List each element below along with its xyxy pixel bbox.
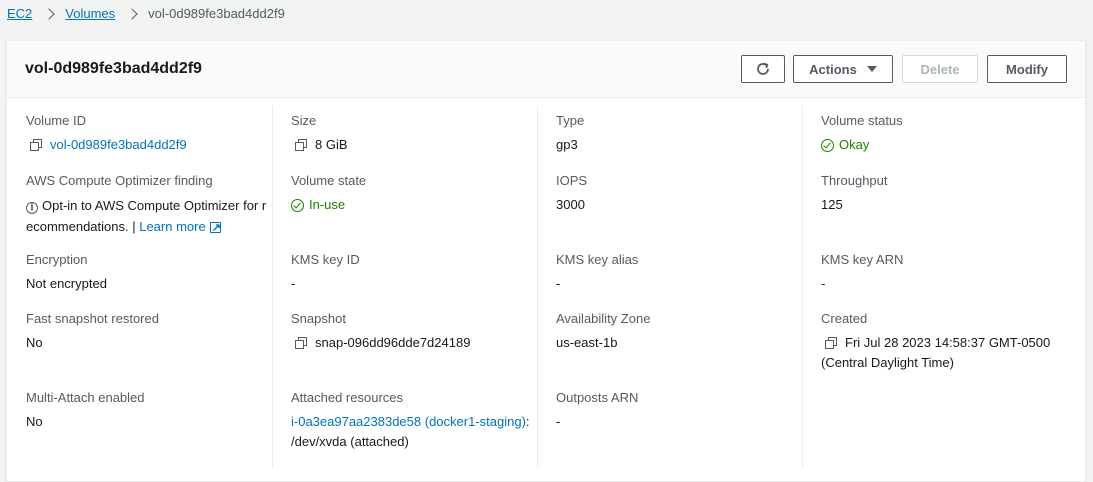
details-column-1: Volume ID vol-0d989fe3bad4dd2f9 AWS Comp… bbox=[7, 106, 273, 468]
fast-snapshot-value: No bbox=[26, 335, 43, 350]
attached-resources-label: Attached resources bbox=[291, 390, 404, 405]
volume-state-value: In-use bbox=[309, 197, 346, 212]
volume-details-panel: vol-0d989fe3bad4dd2f9 Actions Delete Mod… bbox=[6, 40, 1086, 482]
breadcrumb-ec2-link[interactable]: EC2 bbox=[7, 6, 32, 22]
size-value: 8 GiB bbox=[315, 137, 348, 152]
encryption-label: Encryption bbox=[26, 252, 88, 267]
optimizer-field: AWS Compute Optimizer finding i Opt-in to… bbox=[26, 173, 276, 239]
size-label: Size bbox=[291, 113, 317, 128]
kms-key-id-field: KMS key ID - bbox=[291, 252, 541, 293]
type-label: Type bbox=[556, 113, 585, 128]
kms-key-alias-value: - bbox=[556, 276, 561, 291]
refresh-icon bbox=[757, 62, 769, 75]
type-value: gp3 bbox=[556, 137, 578, 152]
copy-icon[interactable] bbox=[30, 139, 43, 151]
copy-icon[interactable] bbox=[825, 337, 838, 349]
fast-snapshot-field: Fast snapshot restored No bbox=[26, 311, 276, 352]
kms-key-id-value: - bbox=[291, 276, 296, 291]
details-column-4: Volume status Okay Throughput 125 KMS ke… bbox=[802, 106, 1067, 468]
created-label: Created bbox=[821, 311, 868, 326]
created-value-line2: (Central Daylight Time) bbox=[821, 355, 954, 370]
status-positive-icon bbox=[821, 139, 834, 152]
actions-button-label: Actions bbox=[809, 61, 857, 77]
iops-label: IOPS bbox=[556, 173, 588, 188]
optimizer-text-2: ecommendations. | bbox=[26, 219, 140, 234]
volume-state-field: Volume state In-use bbox=[291, 173, 541, 214]
multi-attach-label: Multi-Attach enabled bbox=[26, 390, 145, 405]
breadcrumb: EC2 Volumes vol-0d989fe3bad4dd2f9 bbox=[7, 6, 285, 22]
outposts-arn-label: Outposts ARN bbox=[556, 390, 639, 405]
volume-id-label: Volume ID bbox=[26, 113, 86, 128]
multi-attach-value: No bbox=[26, 414, 43, 429]
volume-status-field: Volume status Okay bbox=[821, 113, 1071, 154]
modify-button[interactable]: Modify bbox=[987, 55, 1067, 83]
throughput-label: Throughput bbox=[821, 173, 888, 188]
breadcrumb-current: vol-0d989fe3bad4dd2f9 bbox=[148, 6, 285, 21]
optimizer-text-1: Opt-in to AWS Compute Optimizer for r bbox=[42, 198, 267, 213]
attached-instance-link[interactable]: i-0a3ea97aa2383de58 (docker1-staging) bbox=[291, 414, 526, 429]
availability-zone-value: us-east-1b bbox=[556, 335, 618, 350]
encryption-value: Not encrypted bbox=[26, 276, 107, 291]
fast-snapshot-label: Fast snapshot restored bbox=[26, 311, 159, 326]
learn-more-link[interactable]: Learn more bbox=[139, 219, 205, 234]
volume-id-field: Volume ID vol-0d989fe3bad4dd2f9 bbox=[26, 113, 276, 154]
kms-key-arn-field: KMS key ARN - bbox=[821, 252, 1071, 293]
attached-device: /dev/xvda (attached) bbox=[291, 434, 409, 449]
created-value-line1: Fri Jul 28 2023 14:58:37 GMT-0500 bbox=[845, 335, 1051, 350]
size-field: Size 8 GiB bbox=[291, 113, 541, 154]
details-column-3: Type gp3 IOPS 3000 KMS key alias - Avail… bbox=[537, 106, 803, 468]
iops-value: 3000 bbox=[556, 197, 585, 212]
chevron-right-icon bbox=[126, 8, 138, 20]
attached-suffix: : bbox=[525, 414, 530, 429]
caret-down-icon bbox=[866, 66, 877, 72]
delete-button[interactable]: Delete bbox=[902, 55, 978, 83]
details-grid: Volume ID vol-0d989fe3bad4dd2f9 AWS Comp… bbox=[7, 98, 1085, 481]
availability-zone-field: Availability Zone us-east-1b bbox=[556, 311, 806, 352]
created-field: Created Fri Jul 28 2023 14:58:37 GMT-050… bbox=[821, 311, 1081, 373]
breadcrumb-volumes-link[interactable]: Volumes bbox=[65, 6, 115, 22]
throughput-value: 125 bbox=[821, 197, 843, 212]
multi-attach-field: Multi-Attach enabled No bbox=[26, 390, 276, 431]
throughput-field: Throughput 125 bbox=[821, 173, 1071, 214]
volume-status-value: Okay bbox=[839, 137, 870, 152]
chevron-right-icon bbox=[43, 8, 55, 20]
volume-id-value: vol-0d989fe3bad4dd2f9 bbox=[50, 137, 187, 152]
kms-key-id-label: KMS key ID bbox=[291, 252, 360, 267]
outposts-arn-field: Outposts ARN - bbox=[556, 390, 806, 431]
info-icon: i bbox=[26, 202, 38, 214]
attached-resources-field: Attached resources i-0a3ea97aa2383de58 (… bbox=[291, 390, 541, 452]
volume-status-label: Volume status bbox=[821, 113, 903, 128]
optimizer-label: AWS Compute Optimizer finding bbox=[26, 173, 213, 188]
kms-key-arn-label: KMS key ARN bbox=[821, 252, 904, 267]
snapshot-value: snap-096dd96dde7d24189 bbox=[315, 335, 471, 350]
panel-header: vol-0d989fe3bad4dd2f9 Actions Delete Mod… bbox=[7, 41, 1085, 98]
copy-icon[interactable] bbox=[295, 139, 308, 151]
snapshot-label: Snapshot bbox=[291, 311, 346, 326]
refresh-button[interactable] bbox=[741, 55, 785, 83]
outposts-arn-value: - bbox=[556, 414, 561, 429]
iops-field: IOPS 3000 bbox=[556, 173, 806, 214]
kms-key-alias-label: KMS key alias bbox=[556, 252, 639, 267]
availability-zone-label: Availability Zone bbox=[556, 311, 651, 326]
kms-key-arn-value: - bbox=[821, 276, 826, 291]
kms-key-alias-field: KMS key alias - bbox=[556, 252, 806, 293]
encryption-field: Encryption Not encrypted bbox=[26, 252, 276, 293]
status-positive-icon bbox=[291, 199, 304, 212]
copy-icon[interactable] bbox=[295, 337, 308, 349]
details-column-2: Size 8 GiB Volume state In-use KMS key I… bbox=[272, 106, 538, 468]
actions-button[interactable]: Actions bbox=[793, 55, 893, 83]
volume-state-label: Volume state bbox=[291, 173, 367, 188]
type-field: Type gp3 bbox=[556, 113, 806, 154]
snapshot-field: Snapshot snap-096dd96dde7d24189 bbox=[291, 311, 541, 352]
page-title: vol-0d989fe3bad4dd2f9 bbox=[25, 60, 202, 77]
external-link-icon bbox=[209, 218, 221, 239]
